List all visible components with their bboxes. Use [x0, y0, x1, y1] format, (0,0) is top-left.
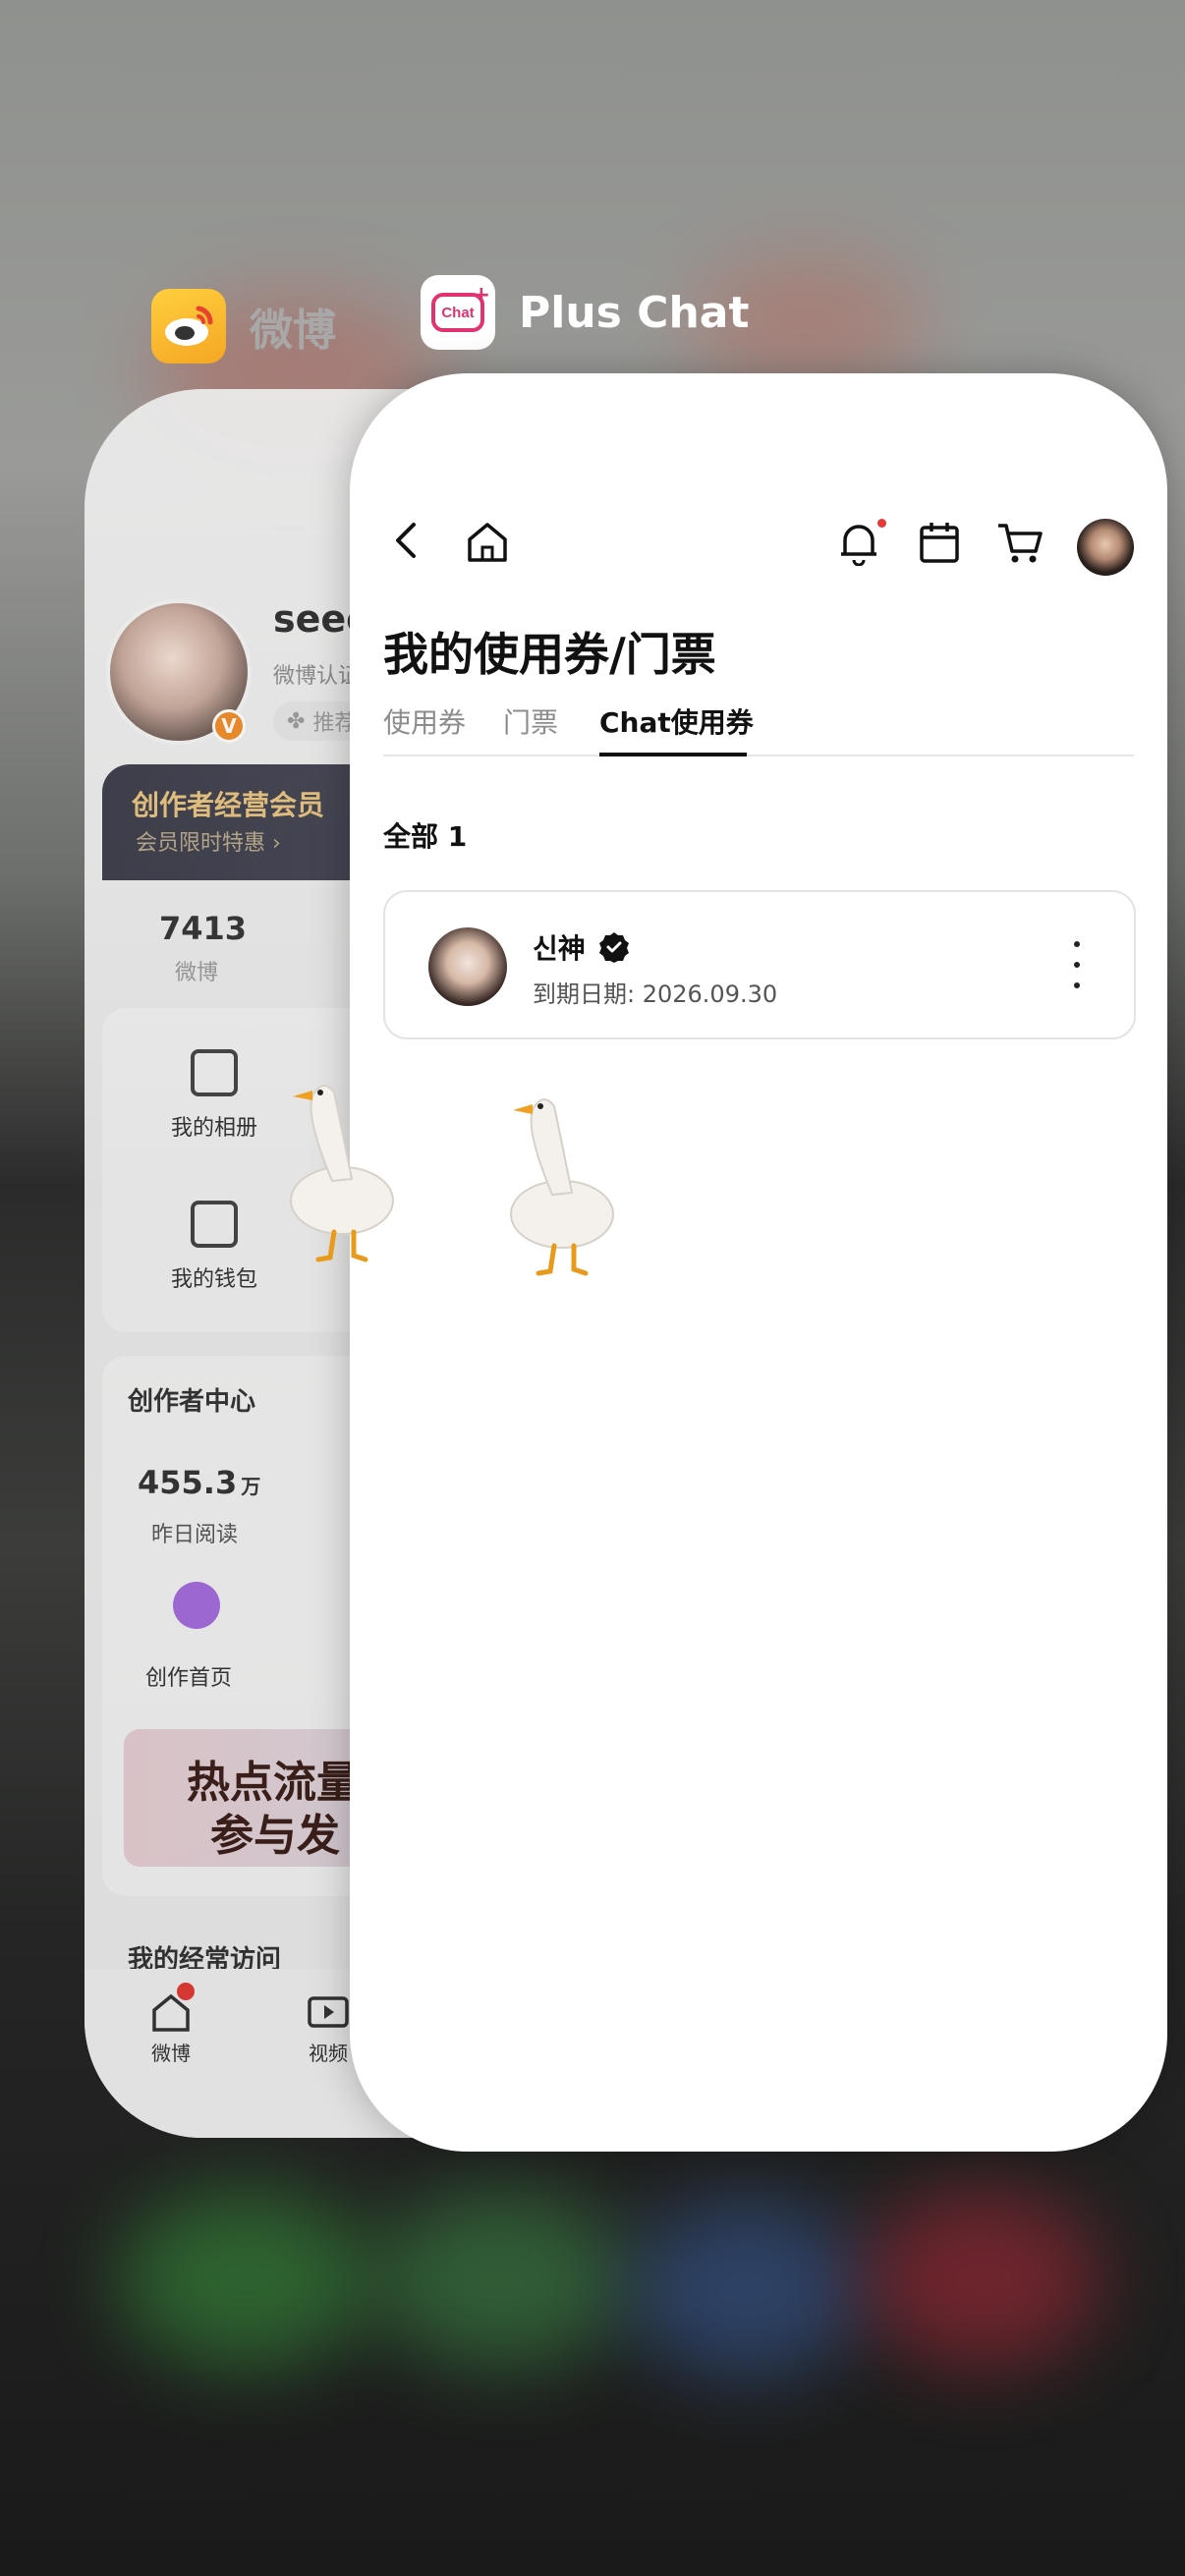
- ticket-tabs: 使用券 门票 Chat使用券: [383, 701, 1134, 756]
- yesterday-read-label: 昨日阅读: [151, 1523, 239, 1547]
- plus-chat-app-name: Plus Chat: [519, 287, 750, 338]
- my-wallet-item[interactable]: 我的钱包: [145, 1201, 283, 1293]
- plus-chat-app-label[interactable]: Chat + Plus Chat: [421, 275, 750, 350]
- clover-icon: ✤: [287, 708, 306, 734]
- back-arrow-icon: [396, 523, 416, 558]
- notification-dot: [877, 519, 886, 528]
- video-icon: [308, 1996, 349, 2028]
- creator-center-title: 创作者中心: [128, 1387, 256, 1417]
- weibo-app-label[interactable]: 微博: [151, 289, 336, 364]
- banner-title: 创作者经营会员: [132, 789, 325, 821]
- creator-name: 신神: [533, 932, 586, 965]
- weibo-app-icon: [151, 289, 226, 364]
- creator-home-link[interactable]: 创作首页: [145, 1660, 232, 1692]
- album-icon: [191, 1049, 238, 1096]
- active-tab-indicator: [599, 753, 747, 756]
- tab-weibo-home[interactable]: 微博: [141, 1990, 200, 2066]
- tab-tickets[interactable]: 门票: [503, 701, 558, 741]
- weibo-count-label: 微博: [175, 961, 219, 985]
- calendar-icon: [920, 523, 959, 563]
- home-badge-dot: [177, 1983, 195, 2000]
- verified-badge-icon: V: [212, 709, 246, 743]
- goose-sticker-icon: [510, 1098, 614, 1276]
- tab-coupons[interactable]: 使用券: [383, 701, 466, 741]
- yesterday-read-value: 455.3 万: [138, 1464, 261, 1501]
- back-button[interactable]: [383, 517, 430, 564]
- page-title: 我的使用券/门票: [383, 628, 716, 681]
- user-avatar[interactable]: [1077, 519, 1134, 576]
- wallet-icon: [191, 1201, 238, 1248]
- weibo-verify-text: 微博认证: [273, 664, 361, 689]
- tab-video[interactable]: 视频: [299, 1990, 358, 2066]
- goose-sticker-icon: [290, 1085, 394, 1262]
- total-count: 全部 1: [383, 820, 468, 853]
- coupon-card[interactable]: 신神 到期日期: 2026.09.30: [383, 890, 1136, 1039]
- cart-icon: [998, 524, 1043, 563]
- home-button[interactable]: [462, 517, 513, 568]
- creator-avatar: [428, 927, 507, 1006]
- calendar-button[interactable]: [914, 517, 965, 568]
- weibo-app-name: 微博: [250, 306, 336, 356]
- tab-chat-coupons[interactable]: Chat使用券: [599, 701, 754, 741]
- expire-date: 到期日期: 2026.09.30: [533, 980, 778, 1008]
- plus-chat-app-card[interactable]: 我的使用券/门票 使用券 门票 Chat使用券 全部 1 신神 到期日期: 20…: [350, 373, 1167, 2152]
- my-album-item[interactable]: 我的相册: [145, 1049, 283, 1142]
- home-icon: [468, 523, 507, 562]
- plus-chat-app-icon: Chat +: [421, 275, 495, 350]
- more-options-icon[interactable]: [1067, 941, 1087, 988]
- weibo-count[interactable]: 7413: [159, 910, 247, 947]
- bell-icon: [841, 525, 876, 566]
- notification-button[interactable]: [833, 517, 884, 568]
- verified-check-icon: [598, 932, 629, 963]
- creator-name-row: 신神: [533, 927, 631, 967]
- creator-home-icon: [173, 1582, 220, 1629]
- cart-button[interactable]: [992, 517, 1047, 568]
- banner-subtitle: 会员限时特惠 ›: [136, 831, 281, 856]
